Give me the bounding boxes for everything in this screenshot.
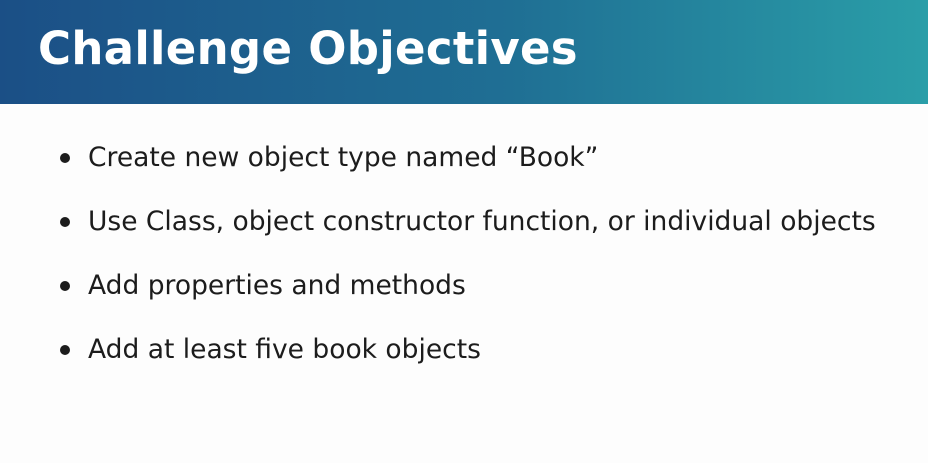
list-item-text: Create new object type named “Book”: [88, 142, 599, 173]
list-item: Add properties and methods: [60, 254, 876, 318]
list-item-text: Add properties and methods: [88, 270, 466, 301]
list-item: Create new object type named “Book”: [60, 126, 876, 190]
list-item-text: Use Class, object constructor function, …: [88, 206, 876, 237]
bullet-icon: [60, 345, 70, 355]
title-bar: Challenge Objectives: [0, 0, 928, 104]
bullet-icon: [60, 217, 70, 227]
objectives-list: Create new object type named “Book” Use …: [60, 126, 876, 382]
slide: Challenge Objectives Create new object t…: [0, 0, 928, 463]
bullet-icon: [60, 281, 70, 291]
list-item-text: Add at least five book objects: [88, 334, 481, 365]
list-item: Add at least five book objects: [60, 318, 876, 382]
slide-title: Challenge Objectives: [38, 22, 578, 75]
list-item: Use Class, object constructor function, …: [60, 190, 876, 254]
bullet-icon: [60, 153, 70, 163]
